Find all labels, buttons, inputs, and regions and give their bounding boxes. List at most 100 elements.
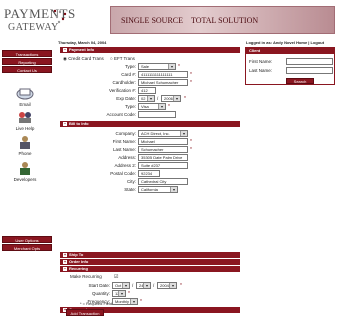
date-text: Thursday, March 04, 2004: [58, 40, 107, 45]
nav-contact-button[interactable]: Contact Us: [2, 66, 52, 73]
required-mark: *: [190, 147, 192, 153]
address-row: Address: 35305 Date Palm Drive: [60, 154, 240, 162]
required-mark: *: [140, 299, 142, 305]
company-select[interactable]: ACH Direct, Inc.: [138, 130, 188, 137]
start-day-select[interactable]: 24: [136, 282, 151, 289]
type-select[interactable]: Sale: [138, 63, 176, 70]
state-select[interactable]: California: [138, 186, 178, 193]
quantity-label: Quantity:: [91, 291, 110, 296]
last-name-input[interactable]: Schumacher: [138, 146, 188, 153]
section-bill-to[interactable]: − Bill to Info: [60, 121, 240, 127]
section-title: Ship To: [69, 252, 84, 257]
section-title: Recurring: [69, 266, 88, 271]
company-row: Company: ACH Direct, Inc.: [60, 130, 240, 138]
email-icon: [16, 88, 34, 100]
client-first-row: First Name:: [246, 58, 336, 66]
logo: PAYMENTS GATEWAY: [4, 4, 75, 34]
start-month-select[interactable]: Oct: [112, 282, 130, 289]
banner-right-text: TOTAL SOLUTION: [191, 16, 259, 25]
header-banner: SINGLE SOURCE TOTAL SOLUTION: [110, 6, 335, 34]
postal-input[interactable]: 92234: [138, 170, 160, 177]
client-search-button[interactable]: Search: [286, 78, 314, 84]
address-label: Address:: [118, 155, 136, 160]
sidebar-phone[interactable]: Phone: [8, 135, 42, 156]
section-title: Bill to Info: [69, 121, 89, 126]
section-order-info[interactable]: + Order Info: [60, 259, 240, 265]
address2-label: Address 2:: [114, 163, 136, 168]
account-code-row: Account Code:: [60, 111, 240, 119]
account-code-label: Account Code:: [106, 112, 136, 117]
user-links[interactable]: Logged in as: Andy Novel Home | Logout: [246, 40, 324, 45]
radio-cc[interactable]: ◉ Credit Card Trans: [63, 56, 104, 62]
card-label: Card #:: [121, 72, 136, 77]
collapse-icon: −: [63, 120, 67, 126]
section-ship-to[interactable]: + Ship To: [60, 252, 240, 258]
cardholder-label: Cardholder:: [112, 80, 136, 85]
card-type-select[interactable]: Visa: [138, 103, 166, 110]
verification-input[interactable]: 412: [138, 87, 156, 94]
company-label: Company:: [115, 131, 136, 136]
section-title: Payment Info: [69, 47, 95, 52]
make-recurring-label: Make Recurring: [70, 274, 102, 279]
email-label: Email: [19, 102, 31, 107]
account-code-input[interactable]: [138, 111, 176, 118]
sidebar-email[interactable]: Email: [8, 86, 42, 107]
quantity-select[interactable]: 12: [112, 290, 126, 297]
start-date-label: Start Date:: [88, 283, 110, 288]
client-first-input[interactable]: [286, 58, 333, 65]
nav-transactions-button[interactable]: Transactions: [2, 50, 52, 57]
make-recurring-row: Make Recurring ☑: [60, 273, 240, 281]
cardholder-input[interactable]: Michael Schumacher: [138, 79, 188, 86]
address-input[interactable]: 35305 Date Palm Drive: [138, 154, 188, 161]
postal-row: Postal Code: 92234: [60, 170, 240, 178]
required-field-note: * = Required Field: [80, 301, 113, 306]
nav-reporting-button[interactable]: Reporting: [2, 58, 52, 65]
section-recurring[interactable]: − Recurring: [60, 266, 240, 272]
phone-icon: [20, 136, 30, 149]
city-input[interactable]: Cathedral City: [138, 178, 188, 185]
client-last-row: Last Name:: [246, 67, 336, 75]
postal-label: Postal Code:: [110, 171, 136, 176]
card-number-input[interactable]: 4111111111111111: [138, 71, 188, 78]
section-title: Order Info: [69, 259, 89, 264]
address2-input[interactable]: Suite #237: [138, 162, 188, 169]
section-payment-info[interactable]: − Payment Info: [60, 47, 240, 53]
frequency-select[interactable]: Monthly: [112, 298, 138, 305]
required-mark: *: [168, 104, 170, 110]
add-transaction-button[interactable]: Add Transaction: [66, 309, 104, 316]
address2-row: Address 2: Suite #237: [60, 162, 240, 170]
start-year-select[interactable]: 2004: [157, 282, 177, 289]
sidebar-live-help[interactable]: Live Help: [8, 110, 42, 131]
first-name-row: First Name: Michael *: [60, 138, 240, 146]
sidebar-developers[interactable]: Developers: [8, 161, 42, 182]
required-mark: *: [190, 72, 192, 78]
first-name-input[interactable]: Michael: [138, 138, 188, 145]
required-mark: *: [180, 283, 182, 289]
state-label: State:: [124, 187, 136, 192]
required-mark: *: [178, 64, 180, 70]
last-name-label: Last Name:: [112, 147, 136, 152]
card-type-row: Type: Visa *: [60, 103, 240, 111]
type-label: Type:: [124, 64, 136, 69]
trans-type-row: ◉ Credit Card Trans ○ EFT Trans: [60, 55, 240, 63]
nav-merchant-options-button[interactable]: Merchant Opts: [2, 244, 52, 251]
last-name-row: Last Name: Schumacher *: [60, 146, 240, 154]
sidebar: Transactions Reporting Contact Us Email …: [0, 38, 55, 318]
date-separator: /: [157, 96, 159, 101]
phone-label: Phone: [18, 151, 32, 156]
client-last-input[interactable]: [286, 67, 333, 74]
required-mark: *: [128, 291, 130, 297]
radio-eft-label: EFT Trans: [113, 56, 135, 61]
radio-eft[interactable]: ○ EFT Trans: [110, 56, 135, 61]
live-help-icon: [19, 112, 31, 123]
collapse-icon: −: [63, 265, 67, 271]
collapse-icon: −: [63, 46, 67, 52]
required-mark: *: [190, 139, 192, 145]
type-row: Type: Sale *: [60, 63, 240, 71]
make-recurring-checkbox[interactable]: ☑: [114, 274, 118, 280]
cardholder-row: Cardholder: Michael Schumacher *: [60, 79, 240, 87]
date-separator: /: [153, 283, 155, 288]
nav-user-options-button[interactable]: User Options: [2, 236, 52, 243]
exp-month-select[interactable]: 02: [138, 95, 155, 102]
exp-year-select[interactable]: 2006: [161, 95, 181, 102]
